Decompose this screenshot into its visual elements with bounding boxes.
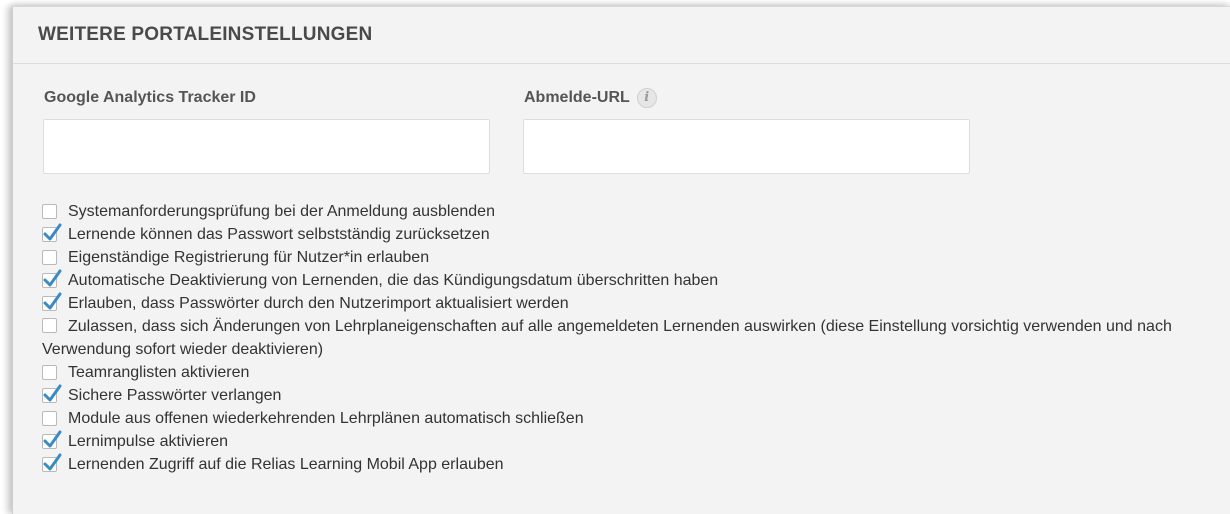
option-label: Systemanforderungsprüfung bei der Anmeld… <box>68 203 495 220</box>
tracker-id-field-group: Google Analytics Tracker ID <box>44 86 256 110</box>
panel-header: WEITERE PORTALEINSTELLUNGEN <box>13 7 1230 64</box>
checkbox-unchecked[interactable] <box>42 365 57 380</box>
option-label: Sichere Passwörter verlangen <box>68 387 282 404</box>
checkmark-icon <box>43 292 62 310</box>
checkbox-checked[interactable] <box>42 292 62 311</box>
checkbox-checked[interactable] <box>42 223 62 242</box>
checkmark-icon <box>43 453 62 471</box>
fields-row: Google Analytics Tracker ID Abmelde-URL … <box>13 64 1230 179</box>
option-import-passwords[interactable]: Erlauben, dass Passwörter durch den Nutz… <box>42 292 1227 315</box>
tracker-id-input[interactable] <box>43 119 490 174</box>
option-team-leaderboards[interactable]: Teamranglisten aktivieren <box>42 361 1227 384</box>
option-label: Lernenden Zugriff auf die Relias Learnin… <box>68 456 504 473</box>
tracker-id-label-text: Google Analytics Tracker ID <box>44 89 256 106</box>
checkbox-unchecked[interactable] <box>42 411 57 426</box>
option-label: Teamranglisten aktivieren <box>68 364 250 381</box>
logout-url-label-text: Abmelde-URL <box>524 89 630 106</box>
option-label: Erlauben, dass Passwörter durch den Nutz… <box>68 295 569 312</box>
option-mobile-app-access[interactable]: Lernenden Zugriff auf die Relias Learnin… <box>42 453 1227 476</box>
option-hide-system-check[interactable]: Systemanforderungsprüfung bei der Anmeld… <box>42 200 1227 223</box>
checkbox-unchecked[interactable] <box>42 204 57 219</box>
option-curriculum-changes[interactable]: Zulassen, dass sich Änderungen von Lehrp… <box>42 315 1227 361</box>
option-secure-passwords[interactable]: Sichere Passwörter verlangen <box>42 384 1227 407</box>
tracker-id-label: Google Analytics Tracker ID <box>44 86 256 110</box>
logout-url-input[interactable] <box>523 119 970 174</box>
checkbox-unchecked[interactable] <box>42 250 57 265</box>
checkbox-checked[interactable] <box>42 269 62 288</box>
checkmark-icon <box>43 223 62 241</box>
info-icon[interactable]: i <box>636 88 657 108</box>
option-auto-deactivate[interactable]: Automatische Deaktivierung von Lernenden… <box>42 269 1227 292</box>
option-label: Lernende können das Passwort selbstständ… <box>68 226 490 243</box>
logout-url-label: Abmelde-URL i <box>524 86 657 110</box>
checkmark-icon <box>43 269 62 287</box>
settings-checkbox-list: Systemanforderungsprüfung bei der Anmeld… <box>42 200 1227 476</box>
option-learning-impulses[interactable]: Lernimpulse aktivieren <box>42 430 1227 453</box>
option-label: Automatische Deaktivierung von Lernenden… <box>68 272 719 289</box>
checkmark-icon <box>43 430 62 448</box>
option-self-registration[interactable]: Eigenständige Registrierung für Nutzer*i… <box>42 246 1227 269</box>
option-label: Eigenständige Registrierung für Nutzer*i… <box>68 249 430 266</box>
portal-settings-panel: WEITERE PORTALEINSTELLUNGEN Google Analy… <box>12 6 1230 514</box>
option-label: Module aus offenen wiederkehrenden Lehrp… <box>68 410 584 427</box>
option-label: Lernimpulse aktivieren <box>68 433 229 450</box>
checkbox-checked[interactable] <box>42 384 62 403</box>
option-self-reset-password[interactable]: Lernende können das Passwort selbstständ… <box>42 223 1227 246</box>
option-label: Zulassen, dass sich Änderungen von Lehrp… <box>42 318 1172 358</box>
option-auto-close-modules[interactable]: Module aus offenen wiederkehrenden Lehrp… <box>42 407 1227 430</box>
checkmark-icon <box>43 384 62 402</box>
logout-url-field-group: Abmelde-URL i <box>524 86 657 110</box>
panel-title: WEITERE PORTALEINSTELLUNGEN <box>38 24 373 45</box>
checkbox-checked[interactable] <box>42 430 62 449</box>
checkbox-checked[interactable] <box>42 453 62 472</box>
checkbox-unchecked[interactable] <box>42 318 57 333</box>
